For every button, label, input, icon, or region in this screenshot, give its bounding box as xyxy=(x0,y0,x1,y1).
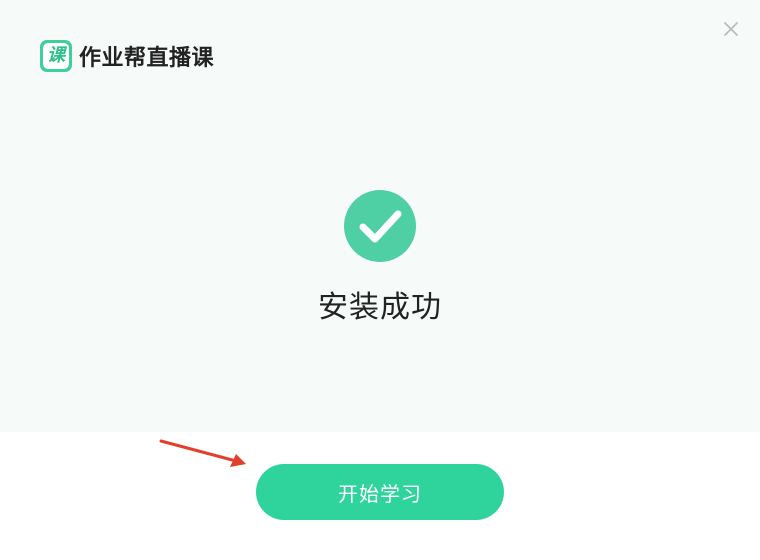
check-circle-icon xyxy=(344,190,416,262)
close-icon xyxy=(724,22,738,36)
logo-icon: 课 xyxy=(40,40,72,72)
installer-window: 课 作业帮直播课 安装成功 开始学习 xyxy=(0,0,760,560)
logo-glyph: 课 xyxy=(47,45,65,66)
app-brand: 课 作业帮直播课 xyxy=(40,40,214,72)
install-status: 安装成功 xyxy=(318,290,442,325)
annotation-arrow xyxy=(159,439,246,467)
app-title: 作业帮直播课 xyxy=(79,46,215,71)
start-learning-button[interactable]: 开始学习 xyxy=(256,464,504,520)
top-panel: 课 作业帮直播课 安装成功 xyxy=(0,0,760,432)
close-button[interactable] xyxy=(722,20,740,38)
